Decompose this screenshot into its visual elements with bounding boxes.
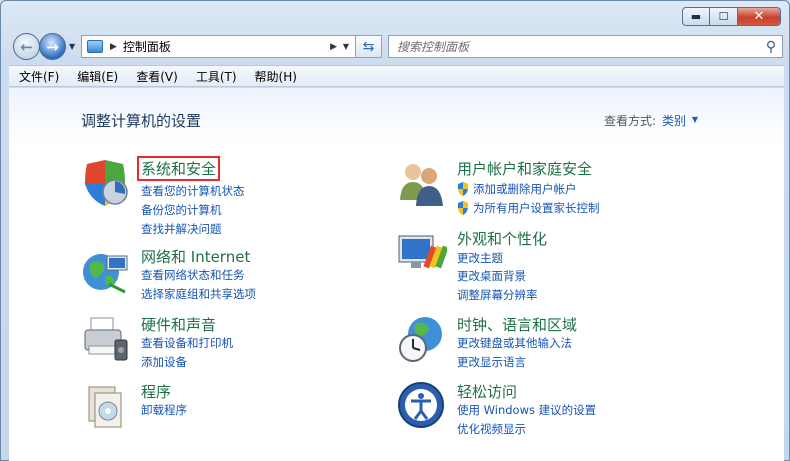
link-add-device[interactable]: 添加设备 bbox=[141, 354, 187, 370]
link-adjust-resolution[interactable]: 调整屏幕分辨率 bbox=[457, 287, 538, 303]
forward-button[interactable]: → bbox=[39, 33, 66, 60]
uac-shield-icon bbox=[458, 182, 468, 196]
link-view-network-status[interactable]: 查看网络状态和任务 bbox=[141, 267, 245, 283]
category-title-ease-of-access[interactable]: 轻松访问 bbox=[457, 381, 517, 402]
security-shield-icon bbox=[85, 160, 128, 206]
forward-arrow-icon: → bbox=[46, 37, 59, 56]
page-title: 调整计算机的设置 bbox=[81, 112, 202, 130]
address-bar[interactable]: ▶ 控制面板 ▶ ▼ bbox=[81, 35, 356, 58]
network-globe-icon bbox=[83, 254, 128, 294]
category-title-network-internet[interactable]: 网络和 Internet bbox=[141, 246, 250, 267]
back-button[interactable]: ← bbox=[13, 33, 40, 60]
refresh-icon: ⇆ bbox=[362, 38, 375, 55]
refresh-button[interactable]: ⇆ bbox=[356, 35, 382, 58]
appearance-monitor-icon bbox=[398, 235, 447, 269]
menu-tools[interactable]: 工具(T) bbox=[187, 68, 246, 85]
menu-bar: 文件(F) 编辑(E) 查看(V) 工具(T) 帮助(H) bbox=[9, 65, 784, 87]
breadcrumb-chevron-icon[interactable]: ▶ bbox=[330, 42, 337, 52]
caption-buttons: ▬ ☐ ✕ bbox=[682, 7, 781, 26]
programs-icon bbox=[88, 386, 122, 428]
control-panel-icon bbox=[87, 40, 103, 53]
address-dropdown-icon[interactable]: ▼ bbox=[337, 42, 355, 51]
clock-globe-icon bbox=[399, 317, 442, 362]
link-change-theme[interactable]: 更改主题 bbox=[457, 250, 503, 266]
link-optimize-visual-display[interactable]: 优化视频显示 bbox=[457, 421, 526, 437]
category-title-programs[interactable]: 程序 bbox=[141, 381, 171, 402]
link-add-remove-accounts-label[interactable]: 添加或删除用户帐户 bbox=[473, 181, 577, 197]
category-title-clock-language-region[interactable]: 时钟、语言和区域 bbox=[457, 314, 577, 335]
link-backup-computer[interactable]: 备份您的计算机 bbox=[141, 202, 222, 218]
menu-edit[interactable]: 编辑(E) bbox=[68, 68, 127, 85]
link-change-desktop-background[interactable]: 更改桌面背景 bbox=[457, 268, 526, 284]
breadcrumb-chevron-icon[interactable]: ▶ bbox=[110, 42, 117, 52]
breadcrumb-control-panel[interactable]: 控制面板 bbox=[123, 38, 330, 55]
search-box[interactable]: ⚲ bbox=[388, 35, 783, 58]
link-view-computer-status[interactable]: 查看您的计算机状态 bbox=[141, 183, 245, 199]
users-icon bbox=[400, 164, 443, 206]
link-parental-controls[interactable]: 为所有用户设置家长控制 bbox=[457, 200, 600, 216]
view-by-dropdown-icon[interactable]: ▼ bbox=[692, 115, 698, 124]
link-devices-printers[interactable]: 查看设备和打印机 bbox=[141, 335, 233, 351]
back-arrow-icon: ← bbox=[20, 37, 33, 56]
link-troubleshoot[interactable]: 查找并解决问题 bbox=[141, 221, 222, 237]
search-icon[interactable]: ⚲ bbox=[760, 39, 782, 55]
minimize-button[interactable]: ▬ bbox=[682, 7, 710, 26]
menu-view[interactable]: 查看(V) bbox=[127, 68, 187, 85]
menu-file[interactable]: 文件(F) bbox=[9, 68, 68, 85]
ease-of-access-icon bbox=[398, 382, 444, 428]
printer-icon bbox=[84, 317, 128, 361]
search-input[interactable] bbox=[397, 39, 760, 54]
link-windows-recommended-settings[interactable]: 使用 Windows 建议的设置 bbox=[457, 402, 596, 418]
view-by-label: 查看方式: bbox=[603, 114, 656, 128]
close-button[interactable]: ✕ bbox=[738, 7, 781, 26]
category-title-appearance[interactable]: 外观和个性化 bbox=[457, 228, 547, 249]
link-uninstall-program[interactable]: 卸载程序 bbox=[141, 402, 187, 418]
view-by-dropdown[interactable]: 类别 bbox=[662, 112, 686, 129]
menu-help[interactable]: 帮助(H) bbox=[246, 68, 306, 85]
navigation-bar: ← → ▼ ▶ 控制面板 ▶ ▼ ⇆ ⚲ bbox=[9, 33, 784, 61]
recent-pages-dropdown[interactable]: ▼ bbox=[69, 42, 75, 51]
link-parental-controls-label[interactable]: 为所有用户设置家长控制 bbox=[473, 200, 600, 216]
uac-shield-icon bbox=[458, 201, 468, 215]
content-area: 调整计算机的设置 查看方式: 类别 ▼ 系统和安全 查看您的计算机状态 备份您的… bbox=[9, 88, 784, 461]
link-homegroup-sharing[interactable]: 选择家庭组和共享选项 bbox=[141, 286, 256, 302]
maximize-button[interactable]: ☐ bbox=[710, 7, 738, 26]
category-title-user-accounts[interactable]: 用户帐户和家庭安全 bbox=[457, 158, 592, 179]
link-change-keyboards[interactable]: 更改键盘或其他输入法 bbox=[457, 335, 572, 351]
link-add-remove-accounts[interactable]: 添加或删除用户帐户 bbox=[457, 181, 577, 197]
category-title-hardware-sound[interactable]: 硬件和声音 bbox=[141, 314, 216, 335]
control-panel-window: ▬ ☐ ✕ ← → ▼ ▶ 控制面板 ▶ ▼ ⇆ ⚲ 文件(F) 编辑(E) 查… bbox=[0, 0, 790, 461]
category-title-system-security[interactable]: 系统和安全 bbox=[136, 156, 221, 181]
link-change-display-language[interactable]: 更改显示语言 bbox=[457, 354, 526, 370]
